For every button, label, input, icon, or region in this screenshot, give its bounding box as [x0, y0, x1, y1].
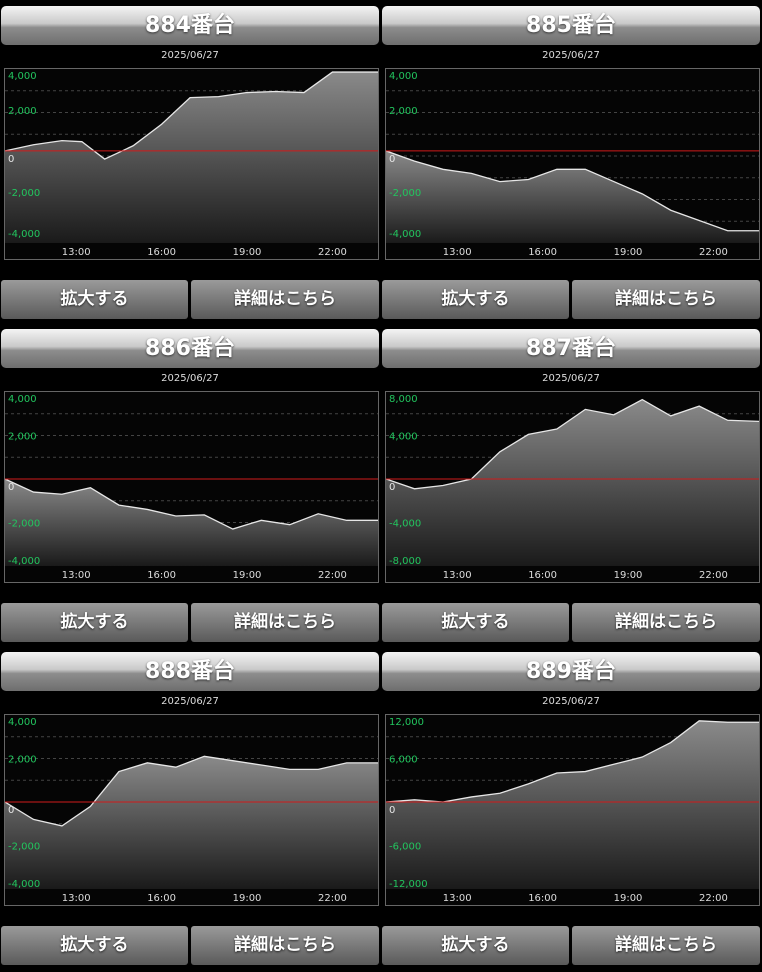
zoom-button[interactable]: 拡大する	[382, 926, 569, 965]
machine-panel-886: 886番台 2025/06/27 4,000 2,000 0 -2,000 -4,000…	[1, 323, 379, 643]
y-tick-label: -4,000	[8, 556, 40, 567]
zoom-button[interactable]: 拡大する	[382, 603, 569, 642]
chart-svg: 4,000 2,000 0 -2,000 -4,000 13:00 16:00 19:00 22…	[5, 392, 378, 582]
machine-panel-887: 887番台 2025/06/27 8,000 4,000 0 -4,000 -8,000…	[382, 323, 760, 643]
y-tick-label: -4,000	[8, 229, 40, 240]
chart-svg: 4,000 2,000 0 -2,000 -4,000 13:00 16:00 19:00 22…	[5, 715, 378, 905]
y-tick-label: -4,000	[389, 229, 421, 240]
x-tick-label: 16:00	[528, 893, 557, 904]
zoom-button[interactable]: 拡大する	[1, 280, 188, 319]
x-tick-label: 22:00	[699, 570, 728, 581]
chart-date: 2025/06/27	[542, 373, 600, 384]
x-tick-label: 13:00	[62, 247, 91, 258]
y-tick-label: 0	[389, 154, 395, 165]
slump-chart: 8,000 4,000 0 -4,000 -8,000 13:00 16:00 19:00 22…	[385, 391, 760, 583]
machine-title: 887番台	[382, 329, 760, 368]
y-tick-label: 0	[8, 805, 14, 816]
machine-title: 885番台	[382, 6, 760, 45]
machine-title: 884番台	[1, 6, 379, 45]
x-tick-label: 19:00	[233, 247, 262, 258]
y-tick-label: 4,000	[389, 432, 418, 443]
x-tick-label: 16:00	[528, 247, 557, 258]
y-tick-label: -2,000	[389, 188, 421, 199]
chart-date: 2025/06/27	[161, 696, 219, 707]
chart-date: 2025/06/27	[542, 696, 600, 707]
x-tick-label: 19:00	[614, 570, 643, 581]
machine-panel-889: 889番台 2025/06/27 12,000 6,000 0 -6,000 -12,0…	[382, 646, 760, 966]
slump-chart: 4,000 2,000 0 -2,000 -4,000 13:00 16:00 19:00 22…	[4, 68, 379, 260]
y-tick-label: 0	[389, 805, 395, 816]
zoom-button[interactable]: 拡大する	[1, 926, 188, 965]
slump-chart: 4,000 2,000 0 -2,000 -4,000 13:00 16:00 19:00 22…	[4, 714, 379, 906]
y-tick-label: -2,000	[8, 519, 40, 530]
details-button[interactable]: 詳細はこちら	[572, 280, 760, 319]
x-tick-label: 22:00	[699, 893, 728, 904]
y-tick-label: 8,000	[389, 394, 418, 405]
x-tick-label: 13:00	[62, 570, 91, 581]
chart-date: 2025/06/27	[161, 50, 219, 61]
x-tick-label: 16:00	[147, 570, 176, 581]
machine-panel-888: 888番台 2025/06/27 4,000 2,000 0 -2,000 -4,000…	[1, 646, 379, 966]
x-tick-label: 22:00	[318, 247, 347, 258]
x-tick-label: 16:00	[147, 893, 176, 904]
details-button[interactable]: 詳細はこちら	[191, 926, 379, 965]
y-tick-label: -12,000	[389, 879, 428, 890]
slump-chart: 4,000 2,000 0 -2,000 -4,000 13:00 16:00 19:00 22…	[4, 391, 379, 583]
y-tick-label: 2,000	[8, 755, 37, 766]
x-tick-label: 13:00	[443, 893, 472, 904]
x-tick-label: 13:00	[62, 893, 91, 904]
machine-title: 888番台	[1, 652, 379, 691]
x-tick-label: 22:00	[318, 570, 347, 581]
slump-chart: 12,000 6,000 0 -6,000 -12,000 13:00 16:00 19:00…	[385, 714, 760, 906]
machine-panel-885: 885番台 2025/06/27 4,000 2,000 0 -2,000 -4,000…	[382, 0, 760, 320]
zoom-button[interactable]: 拡大する	[382, 280, 569, 319]
y-tick-label: 2,000	[8, 432, 37, 443]
details-button[interactable]: 詳細はこちら	[572, 603, 760, 642]
y-tick-label: 0	[8, 154, 14, 165]
x-tick-label: 16:00	[147, 247, 176, 258]
zoom-button[interactable]: 拡大する	[1, 603, 188, 642]
y-tick-label: 4,000	[8, 394, 37, 405]
x-tick-label: 19:00	[233, 570, 262, 581]
y-tick-label: 0	[389, 482, 395, 493]
y-tick-label: -2,000	[8, 188, 40, 199]
x-tick-label: 19:00	[614, 893, 643, 904]
chart-svg: 4,000 2,000 0 -2,000 -4,000 13:00 16:00 19:00 22…	[5, 69, 378, 259]
chart-svg: 4,000 2,000 0 -2,000 -4,000 13:00 16:00 19:00 22…	[386, 69, 759, 259]
y-tick-label: 4,000	[8, 717, 37, 728]
y-tick-label: -4,000	[8, 879, 40, 890]
x-tick-label: 22:00	[699, 247, 728, 258]
x-tick-label: 16:00	[528, 570, 557, 581]
y-tick-label: 6,000	[389, 755, 418, 766]
y-tick-label: -4,000	[389, 519, 421, 530]
details-button[interactable]: 詳細はこちら	[191, 280, 379, 319]
y-tick-label: 12,000	[389, 717, 424, 728]
chart-svg: 8,000 4,000 0 -4,000 -8,000 13:00 16:00 19:00 22…	[386, 392, 759, 582]
y-tick-label: 2,000	[8, 106, 37, 117]
machine-title: 889番台	[382, 652, 760, 691]
details-button[interactable]: 詳細はこちら	[191, 603, 379, 642]
details-button[interactable]: 詳細はこちら	[572, 926, 760, 965]
y-tick-label: -2,000	[8, 842, 40, 853]
y-tick-label: -8,000	[389, 556, 421, 567]
y-tick-label: 4,000	[8, 71, 37, 82]
machine-title: 886番台	[1, 329, 379, 368]
y-tick-label: -6,000	[389, 842, 421, 853]
slump-chart: 4,000 2,000 0 -2,000 -4,000 13:00 16:00 19:00 22…	[385, 68, 760, 260]
x-tick-label: 22:00	[318, 893, 347, 904]
x-tick-label: 13:00	[443, 247, 472, 258]
chart-svg: 12,000 6,000 0 -6,000 -12,000 13:00 16:00 19:00…	[386, 715, 759, 905]
x-tick-label: 19:00	[233, 893, 262, 904]
y-tick-label: 2,000	[389, 106, 418, 117]
y-tick-label: 0	[8, 482, 14, 493]
chart-date: 2025/06/27	[161, 373, 219, 384]
x-tick-label: 13:00	[443, 570, 472, 581]
y-tick-label: 4,000	[389, 71, 418, 82]
machine-panel-884: 884番台 2025/06/27 4,000 2,000 0 -2,000 -4,000…	[1, 0, 379, 320]
chart-date: 2025/06/27	[542, 50, 600, 61]
x-tick-label: 19:00	[614, 247, 643, 258]
